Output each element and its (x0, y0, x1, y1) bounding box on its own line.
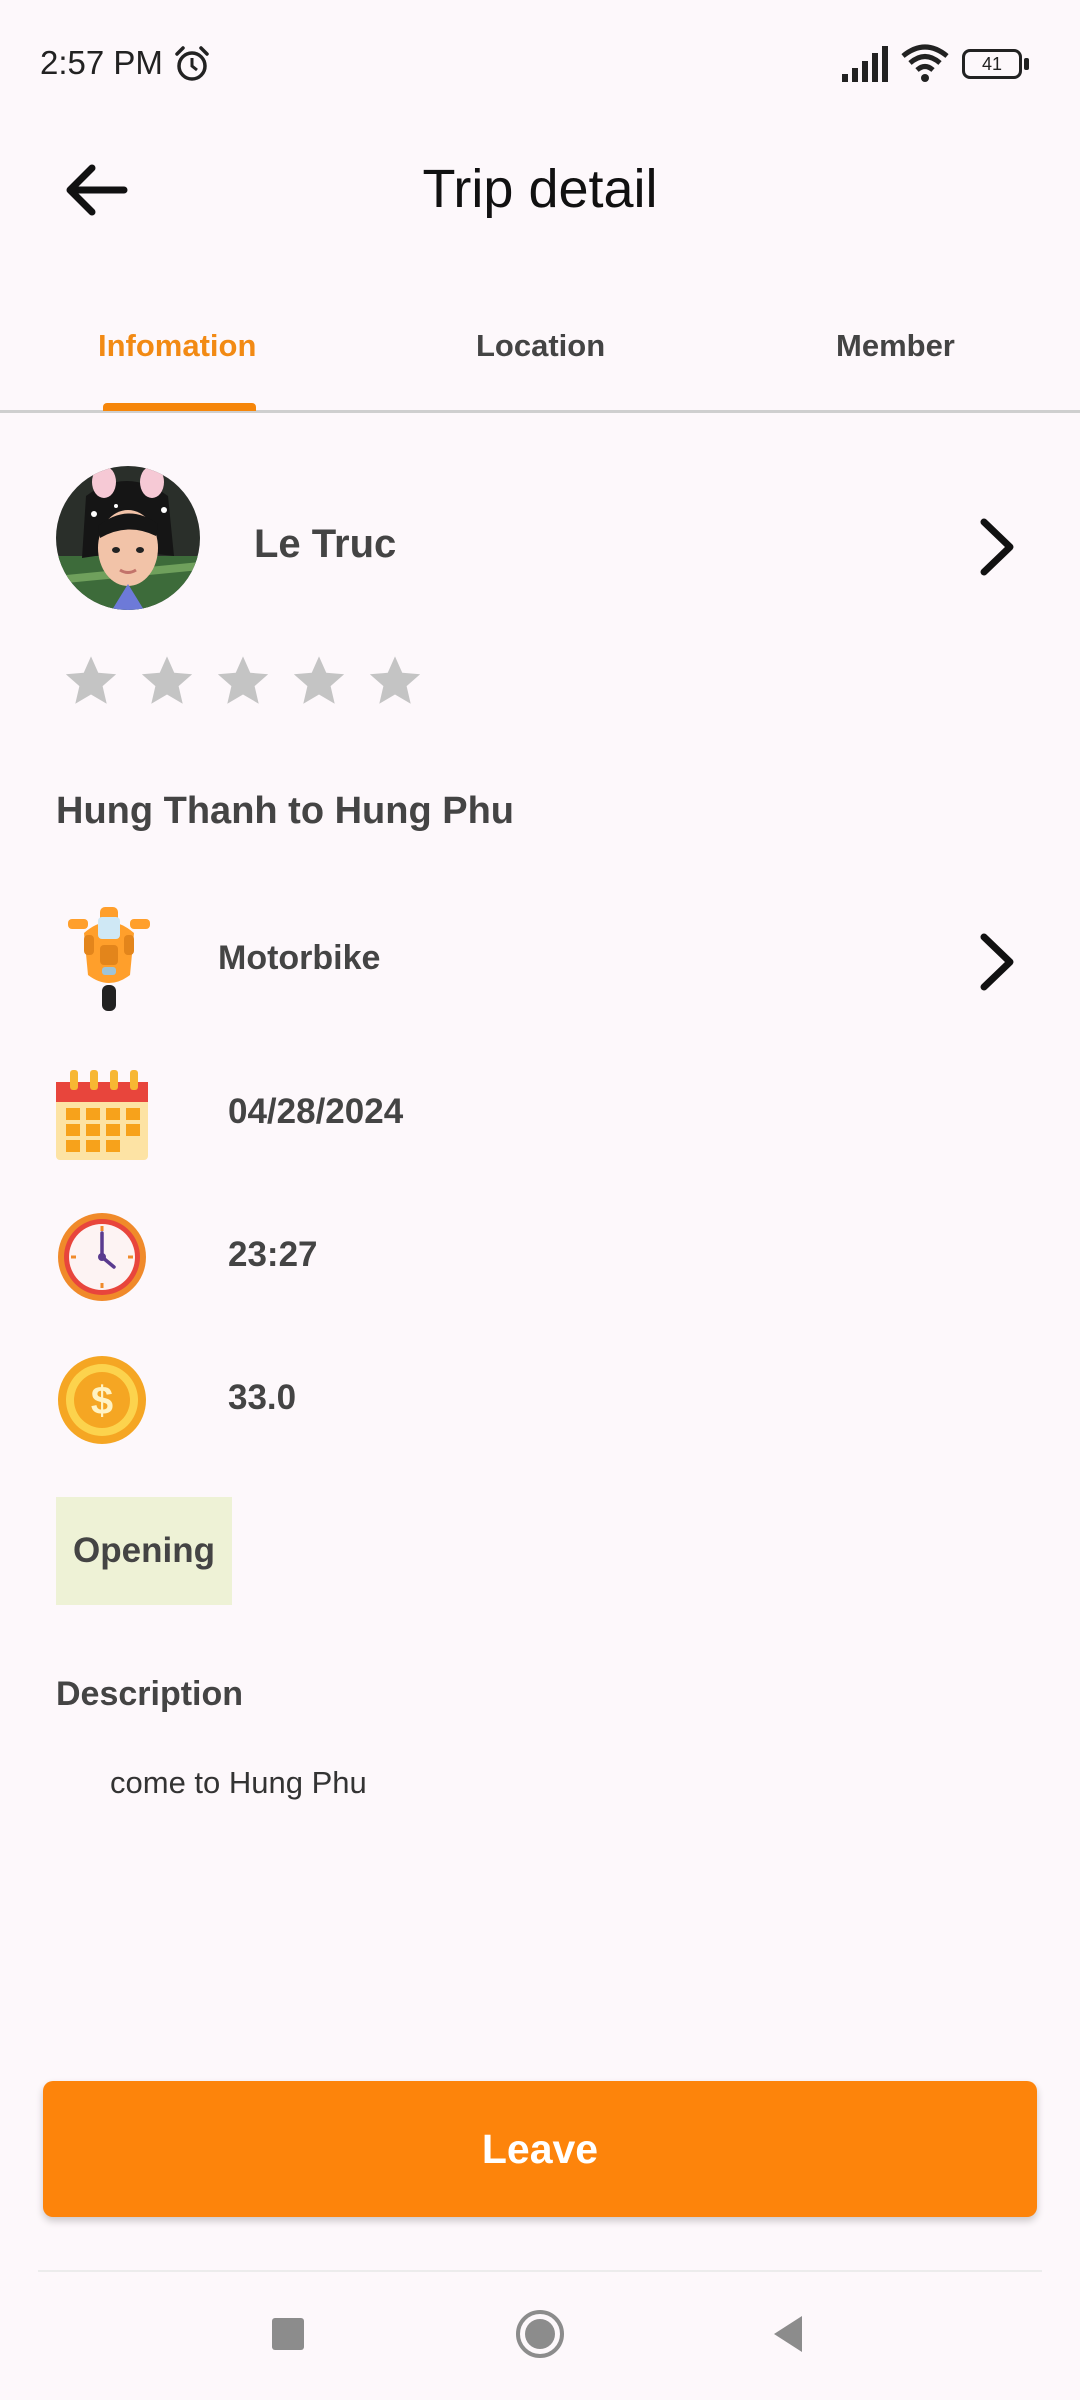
star-icon (217, 656, 269, 704)
description-text: come to Hung Phu (110, 1765, 367, 1800)
clock-icon (58, 1213, 146, 1301)
star-icon (65, 656, 117, 704)
rating-stars (62, 652, 424, 714)
status-time: 2:57 PM (40, 44, 163, 81)
status-badge: Opening (56, 1497, 232, 1605)
back-nav-icon[interactable] (770, 2314, 806, 2354)
trip-price: 33.0 (228, 1378, 297, 1417)
vehicle-row[interactable]: Motorbike (56, 905, 1024, 1011)
battery-level: 41 (962, 49, 1022, 79)
calendar-icon (56, 1070, 148, 1160)
motorbike-icon (68, 907, 150, 1011)
trip-route: Hung Thanh to Hung Phu (56, 790, 515, 832)
vehicle-label: Motorbike (218, 939, 381, 977)
avatar[interactable] (56, 466, 200, 610)
driver-name[interactable]: Le Truc (254, 522, 396, 567)
battery-icon: 41 (962, 49, 1032, 81)
date-row: 04/28/2024 (56, 1068, 656, 1168)
trip-date: 04/28/2024 (228, 1092, 404, 1131)
signal-icon (842, 46, 888, 82)
tab-information[interactable]: Infomation (98, 328, 256, 364)
description-heading: Description (56, 1675, 244, 1713)
star-icon (141, 656, 193, 704)
home-icon[interactable] (514, 2308, 566, 2360)
tab-member[interactable]: Member (836, 328, 955, 364)
star-icon (293, 656, 345, 704)
alarm-icon (175, 46, 209, 81)
vehicle-chevron-right-icon (980, 933, 1014, 991)
star-icon (369, 656, 421, 704)
wifi-icon (901, 44, 949, 82)
leave-button[interactable]: Leave (43, 2081, 1037, 2217)
status-bar: 2:57 PM 41 (0, 0, 1080, 130)
active-tab-indicator (103, 403, 256, 411)
coin-icon: $ (58, 1356, 146, 1444)
tab-bar: Infomation Location Member (0, 300, 1080, 413)
recents-icon[interactable] (270, 2316, 306, 2352)
trip-time: 23:27 (228, 1235, 318, 1274)
tab-location[interactable]: Location (476, 328, 605, 364)
svg-text:$: $ (91, 1379, 113, 1423)
system-navigation-bar (0, 2272, 1080, 2400)
time-row: 23:27 (56, 1211, 656, 1311)
page-title: Trip detail (422, 159, 658, 219)
driver-chevron-right-icon[interactable] (966, 512, 1026, 582)
price-row: $ 33.0 (56, 1354, 656, 1454)
